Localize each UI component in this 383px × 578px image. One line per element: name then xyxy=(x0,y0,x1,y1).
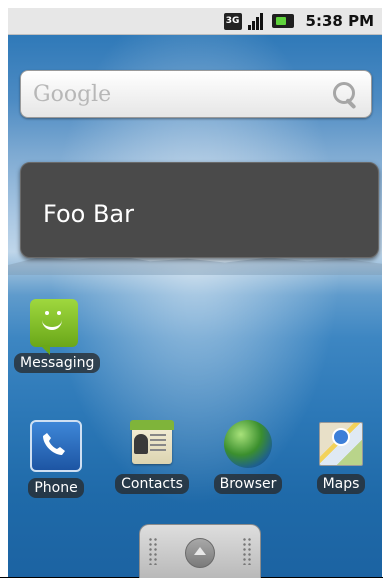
foo-bar-widget[interactable]: Foo Bar xyxy=(20,162,379,258)
dock-label: Maps xyxy=(316,474,366,494)
dock-maps[interactable]: Maps xyxy=(301,420,381,494)
network-3g-icon: 3G xyxy=(223,12,242,30)
phone-screen: 3G 5:38 PM Foo Bar xyxy=(0,0,383,578)
drawer-grip-left xyxy=(148,537,158,565)
battery-icon xyxy=(271,14,294,28)
dock-phone[interactable]: Phone xyxy=(16,420,96,498)
dock-label: Phone xyxy=(28,478,84,498)
status-time: 5:38 PM xyxy=(305,12,374,30)
shortcut-messaging[interactable]: Messaging xyxy=(14,299,101,373)
drawer-open-icon[interactable] xyxy=(185,538,215,568)
drawer-grip-right xyxy=(242,537,252,565)
shortcut-label: Messaging xyxy=(14,353,101,373)
widget-text: Foo Bar xyxy=(43,200,134,228)
search-input[interactable] xyxy=(31,79,335,109)
dock-contacts[interactable]: Contacts xyxy=(108,420,196,494)
browser-globe-icon xyxy=(224,420,272,468)
dock-browser[interactable]: Browser xyxy=(205,420,291,494)
home-wallpaper: Foo Bar Messaging Phone Contacts Browser xyxy=(8,35,382,577)
signal-strength-icon xyxy=(247,12,266,30)
search-icon[interactable] xyxy=(331,80,361,110)
contacts-icon xyxy=(128,420,176,468)
dock-label: Contacts xyxy=(115,474,189,494)
maps-icon xyxy=(317,420,365,468)
dock-label: Browser xyxy=(213,474,283,494)
google-search-widget[interactable] xyxy=(20,70,372,118)
messaging-icon xyxy=(30,299,78,355)
app-drawer-handle[interactable] xyxy=(139,524,261,578)
phone-icon xyxy=(30,420,82,472)
status-bar: 3G 5:38 PM xyxy=(8,8,382,35)
